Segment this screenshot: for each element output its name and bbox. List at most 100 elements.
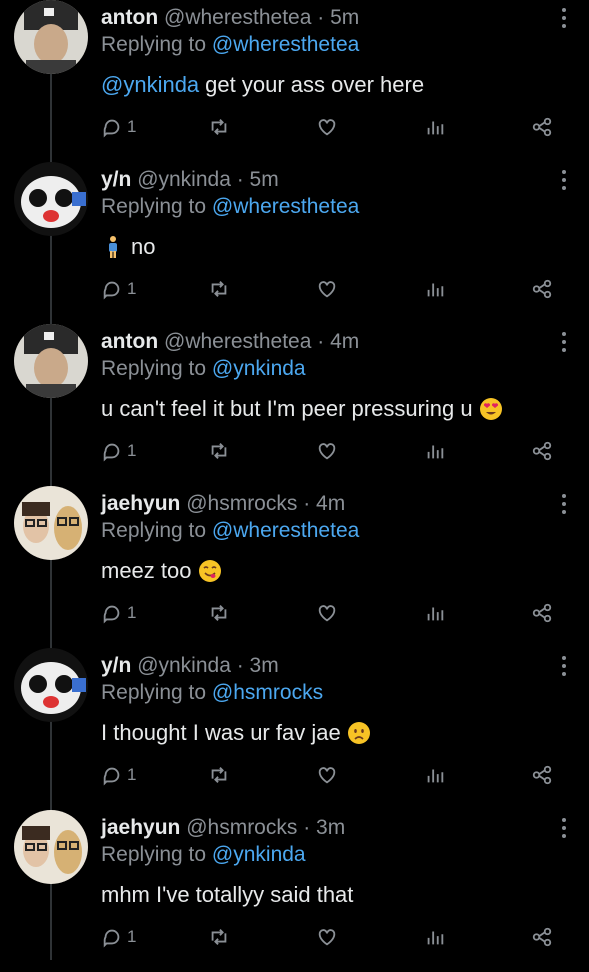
- heart-icon: [318, 443, 336, 460]
- analytics-button[interactable]: [424, 438, 446, 464]
- text-mention-link[interactable]: @ynkinda: [101, 72, 199, 98]
- share-icon: [532, 765, 552, 785]
- replying-to: Replying to @ynkinda: [101, 357, 306, 381]
- replying-to-label: Replying to: [101, 843, 207, 866]
- reply-mention-link[interactable]: @ynkinda: [212, 843, 306, 866]
- reply-mention-link[interactable]: @wheresthetea: [212, 33, 359, 56]
- avatar[interactable]: [14, 810, 88, 884]
- analytics-button[interactable]: [424, 600, 446, 626]
- like-button[interactable]: [316, 762, 338, 788]
- display-name[interactable]: y/n: [101, 654, 131, 677]
- user-handle[interactable]: @hsmrocks: [186, 492, 297, 515]
- reply-mention-link[interactable]: @hsmrocks: [212, 681, 323, 704]
- display-name[interactable]: jaehyun: [101, 816, 180, 839]
- avatar[interactable]: [14, 0, 88, 74]
- more-options-icon[interactable]: [561, 818, 567, 842]
- user-handle[interactable]: @hsmrocks: [186, 816, 297, 839]
- analytics-button[interactable]: [424, 276, 446, 302]
- replying-to: Replying to @hsmrocks: [101, 681, 323, 705]
- analytics-icon: [427, 931, 444, 945]
- share-button[interactable]: [531, 600, 553, 626]
- user-handle[interactable]: @ynkinda: [137, 168, 231, 191]
- reply-mention-link[interactable]: @wheresthetea: [212, 195, 359, 218]
- tweet[interactable]: jaehyun @hsmrocks · 4m Replying to @wher…: [0, 486, 589, 648]
- retweet-button[interactable]: [208, 762, 230, 788]
- like-button[interactable]: [316, 600, 338, 626]
- reply-button[interactable]: 1: [101, 600, 136, 626]
- timestamp: · 3m: [236, 654, 279, 677]
- reply-icon: [103, 119, 120, 138]
- tweet[interactable]: y/n @ynkinda · 3m Replying to @hsmrocks …: [0, 648, 589, 810]
- avatar[interactable]: [14, 648, 88, 722]
- share-button[interactable]: [531, 762, 553, 788]
- retweet-button[interactable]: [208, 276, 230, 302]
- reply-button[interactable]: 1: [101, 276, 136, 302]
- retweet-button[interactable]: [208, 600, 230, 626]
- reply-button[interactable]: 1: [101, 114, 136, 140]
- replying-to-label: Replying to: [101, 681, 207, 704]
- reply-button[interactable]: 1: [101, 924, 136, 950]
- display-name[interactable]: anton: [101, 6, 158, 29]
- like-button[interactable]: [316, 924, 338, 950]
- analytics-icon: [427, 769, 444, 783]
- reply-icon: [103, 605, 120, 624]
- reply-button[interactable]: 1: [101, 762, 136, 788]
- tweet[interactable]: anton @wheresthetea · 4m Replying to @yn…: [0, 324, 589, 486]
- user-handle[interactable]: @wheresthetea: [164, 6, 311, 29]
- tweet-header: anton @wheresthetea · 5m: [101, 6, 359, 30]
- more-options-icon[interactable]: [561, 656, 567, 680]
- action-bar: 1: [101, 276, 561, 302]
- share-icon: [532, 279, 552, 299]
- replying-to-label: Replying to: [101, 519, 207, 542]
- share-button[interactable]: [531, 276, 553, 302]
- reply-button[interactable]: 1: [101, 438, 136, 464]
- display-name[interactable]: jaehyun: [101, 492, 180, 515]
- share-button[interactable]: [531, 438, 553, 464]
- action-bar: 1: [101, 762, 561, 788]
- like-button[interactable]: [316, 438, 338, 464]
- analytics-button[interactable]: [424, 114, 446, 140]
- yum-emoji: [198, 560, 221, 582]
- tweet-header: jaehyun @hsmrocks · 4m: [101, 492, 345, 516]
- reply-icon: [103, 767, 120, 786]
- share-button[interactable]: [531, 114, 553, 140]
- user-handle[interactable]: @wheresthetea: [164, 330, 311, 353]
- replying-to-label: Replying to: [101, 33, 207, 56]
- more-options-icon[interactable]: [561, 332, 567, 356]
- more-options-icon[interactable]: [561, 494, 567, 518]
- tweet-header: jaehyun @hsmrocks · 3m: [101, 816, 345, 840]
- replying-to: Replying to @wheresthetea: [101, 195, 359, 219]
- tweet-header: y/n @ynkinda · 3m: [101, 654, 279, 678]
- tweet-text: @ynkinda get your ass over here: [101, 72, 424, 98]
- tweet-text-content: u can't feel it but I'm peer pressuring …: [101, 396, 473, 421]
- timestamp: · 4m: [317, 330, 360, 353]
- tweet[interactable]: y/n @ynkinda · 5m Replying to @wheresthe…: [0, 162, 589, 324]
- user-handle[interactable]: @ynkinda: [137, 654, 231, 677]
- reply-mention-link[interactable]: @wheresthetea: [212, 519, 359, 542]
- share-button[interactable]: [531, 924, 553, 950]
- retweet-button[interactable]: [208, 438, 230, 464]
- tweet[interactable]: jaehyun @hsmrocks · 3m Replying to @ynki…: [0, 810, 589, 972]
- analytics-button[interactable]: [424, 924, 446, 950]
- avatar[interactable]: [14, 324, 88, 398]
- analytics-button[interactable]: [424, 762, 446, 788]
- tweet-text: mhm I've totallyy said that: [101, 882, 353, 908]
- reply-mention-link[interactable]: @ynkinda: [212, 357, 306, 380]
- timestamp: · 5m: [236, 168, 279, 191]
- tweet-text-content: mhm I've totallyy said that: [101, 882, 354, 907]
- more-options-icon[interactable]: [561, 170, 567, 194]
- like-button[interactable]: [316, 276, 338, 302]
- tweet[interactable]: anton @wheresthetea · 5m Replying to @wh…: [0, 0, 589, 162]
- avatar[interactable]: [14, 486, 88, 560]
- like-button[interactable]: [316, 114, 338, 140]
- heart-icon: [318, 929, 336, 946]
- display-name[interactable]: anton: [101, 330, 158, 353]
- retweet-icon: [211, 767, 227, 783]
- display-name[interactable]: y/n: [101, 168, 131, 191]
- retweet-button[interactable]: [208, 924, 230, 950]
- retweet-button[interactable]: [208, 114, 230, 140]
- avatar[interactable]: [14, 162, 88, 236]
- share-icon: [532, 441, 552, 461]
- more-options-icon[interactable]: [561, 8, 567, 32]
- heart-icon: [318, 605, 336, 622]
